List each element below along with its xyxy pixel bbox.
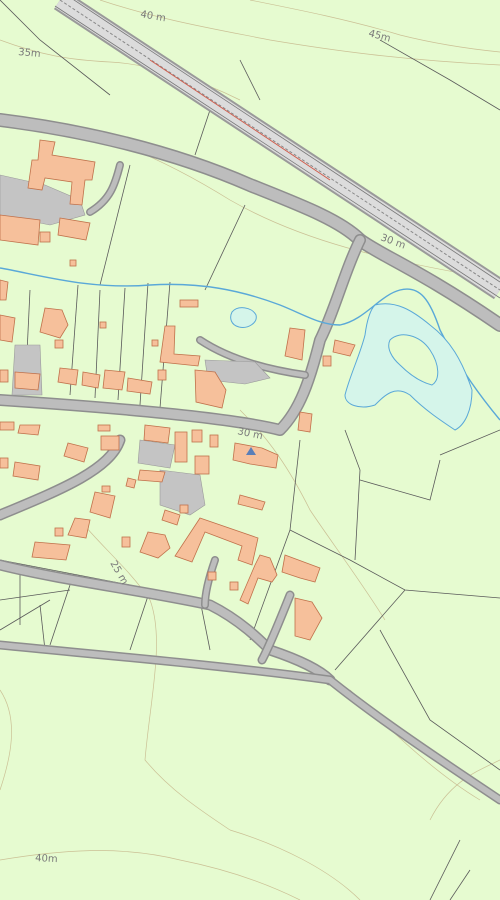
map-view[interactable]: 40 m 45m 35m 30 m 25 m 30 m 40m [0,0,500,900]
map-canvas: 40 m 45m 35m 30 m 25 m 30 m 40m [0,0,500,900]
contour-label: 35m [18,47,41,60]
pond [230,307,257,328]
contour-label: 40m [35,853,58,865]
